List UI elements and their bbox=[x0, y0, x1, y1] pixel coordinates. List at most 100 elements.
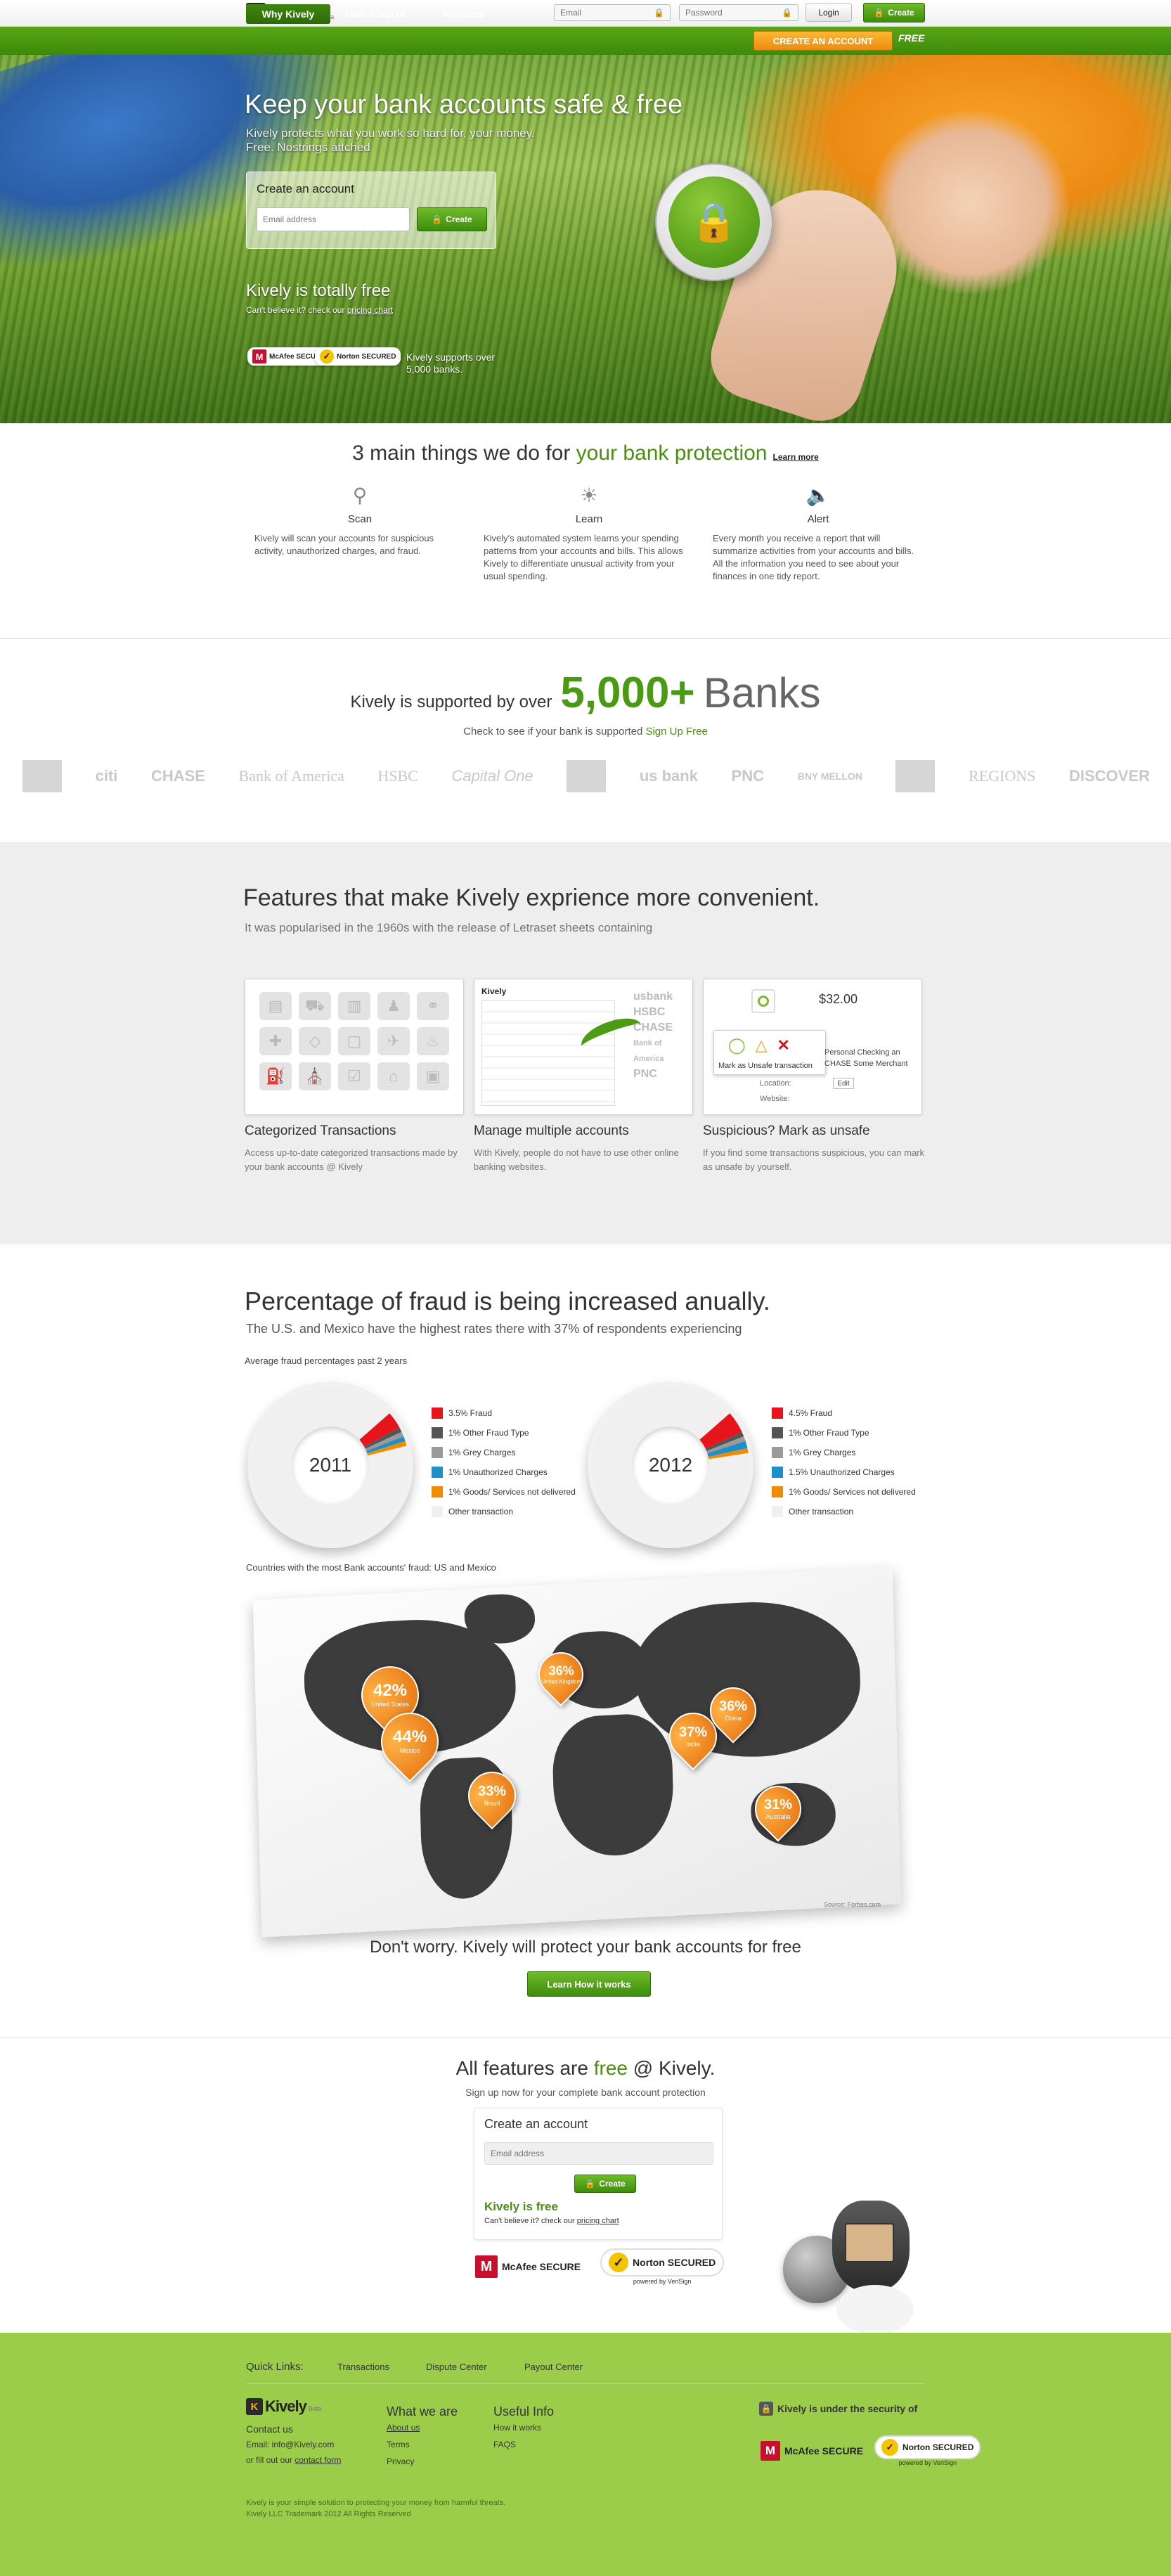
quick-link-payout[interactable]: Payout Center bbox=[524, 2362, 583, 2372]
footer-badges: M McAfee SECURE ✓ Norton SECURED powered b… bbox=[761, 2435, 981, 2466]
free-tag: FREE bbox=[898, 32, 925, 44]
signup-email-input[interactable]: Email address bbox=[484, 2142, 713, 2165]
nav-create-account-button[interactable]: CREATE AN ACCOUNT bbox=[753, 31, 893, 51]
privacy-link[interactable]: Privacy bbox=[387, 2453, 458, 2470]
header-password-input[interactable]: Password 🔒 bbox=[679, 4, 798, 21]
terms-link[interactable]: Terms bbox=[387, 2436, 458, 2453]
lock-icon: 🔒 bbox=[585, 2179, 596, 2189]
free-subtitle: Can't believe it? check our pricing char… bbox=[484, 2217, 619, 2225]
legend-swatch bbox=[432, 1408, 443, 1419]
lock-icon: 🔒 bbox=[759, 2402, 773, 2416]
car-icon: ⛟ bbox=[299, 992, 331, 1020]
login-button[interactable]: Login bbox=[806, 4, 852, 22]
mini-bank-list: usbank HSBC CHASE Bank of America PNC bbox=[633, 989, 692, 1082]
donut-2011: 2011 bbox=[247, 1382, 413, 1548]
title-c: @ Kively. bbox=[627, 2057, 716, 2079]
about-link[interactable]: About us bbox=[387, 2419, 458, 2436]
learn-more-link[interactable]: Learn more bbox=[773, 452, 819, 462]
nav-features[interactable]: Features bbox=[432, 4, 495, 24]
norton-seal: ✓ Norton SECURED bbox=[874, 2435, 981, 2459]
logo-text: Kively bbox=[265, 2397, 307, 2415]
donut-center: 2012 bbox=[632, 1427, 709, 1504]
home-icon: ⌂ bbox=[377, 1062, 410, 1090]
fuel-icon: ⛽ bbox=[259, 1062, 292, 1090]
legend-label: 1% Grey Charges bbox=[448, 1448, 516, 1457]
legend-swatch bbox=[432, 1486, 443, 1498]
pin-content: 36% China bbox=[719, 1699, 747, 1722]
contact-form-link[interactable]: contact form bbox=[295, 2455, 341, 2465]
pin-value: 31% bbox=[763, 1797, 793, 1812]
bank-logo-placeholder bbox=[895, 760, 936, 792]
warning-triangle-icon[interactable]: △ bbox=[756, 1036, 768, 1055]
free-title: Kively is free bbox=[484, 2200, 558, 2213]
title-b: free bbox=[593, 2057, 628, 2079]
cta-label: CREATE AN ACCOUNT bbox=[772, 35, 874, 46]
legend-label: 1% Goods/ Services not delivered bbox=[789, 1487, 916, 1497]
pin-label: Mexico bbox=[399, 1747, 420, 1755]
mcafee-label: McAfee SECURE bbox=[784, 2445, 864, 2456]
legend-row: 4.5% Fraud bbox=[772, 1403, 940, 1423]
legend-swatch bbox=[772, 1506, 783, 1517]
free-title: Kively is totally free bbox=[246, 281, 391, 300]
signup-create-button[interactable]: 🔒 Create bbox=[574, 2175, 636, 2193]
gift-icon: ☑ bbox=[338, 1062, 370, 1090]
pricing-chart-link[interactable]: pricing chart bbox=[577, 2217, 619, 2225]
security-title: 🔒 Kively is under the security of bbox=[759, 2402, 917, 2416]
legend-row: 1% Other Fraud Type bbox=[432, 1423, 600, 1443]
feature-name: Categorized Transactions bbox=[245, 1123, 396, 1138]
learn-how-button[interactable]: Learn How it works bbox=[527, 1971, 651, 1997]
bank-logo: REGIONS bbox=[969, 767, 1036, 785]
footer-logo[interactable]: K Kively Beta bbox=[246, 2397, 321, 2416]
edit-button[interactable]: Edit bbox=[833, 1078, 854, 1089]
footer-divider bbox=[246, 2383, 925, 2384]
mcafee-icon: M bbox=[475, 2255, 498, 2278]
hero-email-input[interactable]: Email address bbox=[257, 207, 410, 231]
faqs-link[interactable]: FAQS bbox=[493, 2436, 554, 2453]
status-box bbox=[751, 989, 775, 1013]
legend-row: 3.5% Fraud bbox=[432, 1403, 600, 1423]
free-subtitle: Can't believe it? check our pricing char… bbox=[246, 305, 393, 315]
page: { "header": { "logo_text": "Kively", "lo… bbox=[0, 0, 1171, 2576]
legend-row: 1% Goods/ Services not delivered bbox=[432, 1482, 600, 1502]
lock-badge: 🔒 bbox=[655, 163, 773, 281]
unsafe-x-icon[interactable]: ✕ bbox=[777, 1036, 790, 1055]
hero-create-button[interactable]: 🔒 Create bbox=[417, 207, 487, 231]
legend-swatch bbox=[772, 1447, 783, 1458]
mini-bank: CHASE bbox=[633, 1022, 673, 1033]
banks-support-line-2: 5,000 banks. bbox=[406, 363, 463, 375]
main-nav bbox=[0, 27, 1171, 55]
hero-signup-form: Create an account Email address 🔒 Create bbox=[246, 172, 496, 249]
donut-year: 2011 bbox=[309, 1454, 352, 1476]
thing-desc: Kively's automated system learns your sp… bbox=[484, 533, 683, 581]
monitor-icon: ▢ bbox=[338, 1027, 370, 1055]
feature-desc: With Kively, people do not have to use o… bbox=[474, 1147, 679, 1172]
quick-link-transactions[interactable]: Transactions bbox=[337, 2362, 426, 2372]
norton-check-icon: ✓ bbox=[320, 349, 334, 363]
what-we-are: What we are About us Terms Privacy bbox=[387, 2404, 458, 2470]
legend-row: 1% Goods/ Services not delivered bbox=[772, 1482, 940, 1502]
security-title-text: Kively is under the security of bbox=[777, 2403, 918, 2414]
safe-circle-icon[interactable]: ◯ bbox=[728, 1036, 746, 1055]
mini-bank: usbank bbox=[633, 991, 673, 1003]
legend-swatch bbox=[772, 1486, 783, 1498]
pricing-chart-link[interactable]: pricing chart bbox=[347, 305, 393, 315]
detail-line: CHASE Some Merchant bbox=[824, 1060, 908, 1068]
header-email-input[interactable]: Email 🔒 bbox=[554, 4, 671, 21]
legend-label: 4.5% Fraud bbox=[789, 1408, 833, 1418]
how-it-works-link[interactable]: How it works bbox=[493, 2419, 554, 2436]
quick-links: Quick Links: Transactions Dispute Center… bbox=[246, 2361, 583, 2373]
thing-desc: Kively will scan your accounts for suspi… bbox=[254, 533, 434, 556]
pin-content: 31% Australia bbox=[763, 1797, 793, 1820]
map-caption: Countries with the most Bank accounts' f… bbox=[246, 1562, 496, 1573]
header-create-button[interactable]: 🔒 Create bbox=[863, 3, 925, 22]
contact-email[interactable]: Email: info@Kively.com bbox=[246, 2437, 341, 2452]
sign-up-free-link[interactable]: Sign Up Free bbox=[645, 726, 707, 738]
banks-support-text: Kively supports over 5,000 banks. bbox=[406, 352, 495, 375]
quick-link-dispute[interactable]: Dispute Center bbox=[426, 2362, 524, 2372]
transaction-detail: Personal Checking an CHASE Some Merchant bbox=[824, 1047, 908, 1069]
nav-why-kively[interactable]: Why Kively bbox=[246, 4, 330, 24]
norton-label: Norton SECURED bbox=[902, 2442, 974, 2452]
nav-how-it-works[interactable]: How it works bbox=[337, 4, 413, 24]
legend-label: 3.5% Fraud bbox=[448, 1408, 493, 1418]
detail-line: Personal Checking an bbox=[824, 1048, 900, 1057]
